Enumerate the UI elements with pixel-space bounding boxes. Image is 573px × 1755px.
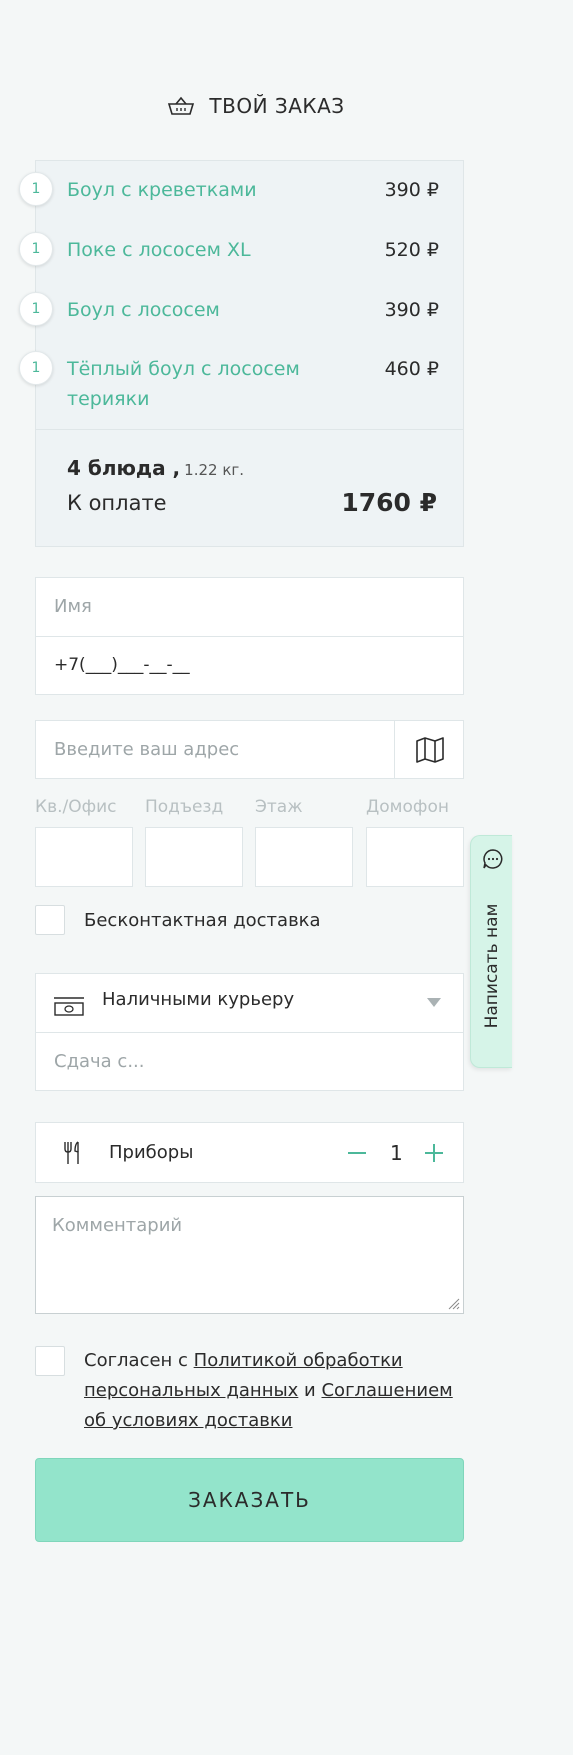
contact-us-tab[interactable]: Написать нам — [470, 835, 512, 1068]
submit-order-button[interactable]: ЗАКАЗАТЬ — [35, 1458, 464, 1542]
contact-us-label: Написать нам — [482, 903, 502, 1029]
intercom-input[interactable] — [366, 827, 464, 887]
entrance-input[interactable] — [145, 827, 243, 887]
summary-divider — [36, 429, 463, 430]
cutlery-icon — [64, 1141, 79, 1164]
map-button[interactable] — [395, 721, 465, 779]
floor-input[interactable] — [255, 827, 353, 887]
apt-label: Кв./Офис — [35, 797, 117, 817]
chat-icon — [483, 849, 503, 869]
cutlery-count: 1 — [390, 1141, 403, 1165]
floor-label: Этаж — [255, 797, 303, 817]
payment-fields: Наличными курьеру Сдача с... — [35, 973, 464, 1091]
item-quantity-badge: 1 — [19, 351, 53, 385]
item-price: 460 ₽ — [384, 358, 439, 380]
item-name[interactable]: Тёплый боул с лососем терияки — [67, 354, 327, 414]
contactless-checkbox[interactable] — [35, 905, 65, 935]
cash-icon — [54, 997, 84, 1016]
phone-input[interactable]: +7(___)___-__-__ — [54, 655, 190, 675]
cutlery-label: Приборы — [109, 1142, 194, 1163]
item-price: 390 ₽ — [384, 179, 439, 201]
address-input[interactable]: Введите ваш адрес — [54, 739, 239, 760]
comment-placeholder: Комментарий — [52, 1215, 183, 1236]
order-summary: 1 Боул с креветками 390 ₽ 1 Поке с лосос… — [19, 160, 464, 547]
item-price: 390 ₽ — [384, 299, 439, 321]
consent-checkbox[interactable] — [35, 1346, 65, 1376]
change-input[interactable]: Сдача с... — [54, 1051, 145, 1072]
name-input[interactable]: Имя — [54, 596, 92, 617]
cutlery-row: Приборы 1 — [35, 1122, 464, 1183]
order-header: ТВОЙ ЗАКАЗ — [0, 94, 512, 118]
item-quantity-badge: 1 — [19, 232, 53, 266]
item-quantity-badge: 1 — [19, 172, 53, 206]
item-quantity-badge: 1 — [19, 292, 53, 326]
consent-and: и — [298, 1380, 322, 1401]
order-page: ТВОЙ ЗАКАЗ 1 Боул с креветками 390 ₽ 1 П… — [0, 0, 512, 1755]
consent-prefix: Согласен с — [84, 1350, 194, 1371]
item-name[interactable]: Боул с лососем — [67, 295, 327, 325]
map-icon — [416, 737, 444, 763]
apt-input[interactable] — [35, 827, 133, 887]
address-field: Введите ваш адрес — [35, 720, 464, 779]
dish-count-value: 4 блюда , — [67, 456, 181, 480]
dropdown-arrow-icon[interactable] — [427, 998, 441, 1007]
field-divider — [36, 636, 463, 637]
payment-method-select[interactable]: Наличными курьеру — [102, 989, 294, 1010]
page-title: ТВОЙ ЗАКАЗ — [209, 94, 345, 118]
item-name[interactable]: Боул с креветками — [67, 175, 327, 205]
item-price: 520 ₽ — [384, 239, 439, 261]
consent-text: Согласен с Политикой обработки персональ… — [84, 1346, 474, 1436]
field-divider — [36, 1032, 463, 1033]
resize-handle-icon[interactable] — [446, 1296, 460, 1310]
contact-fields: Имя +7(___)___-__-__ — [35, 577, 464, 695]
contactless-label[interactable]: Бесконтактная доставка — [84, 910, 321, 931]
order-total: 1760 ₽ — [341, 488, 437, 517]
plus-icon[interactable] — [425, 1144, 443, 1162]
entrance-label: Подъезд — [145, 797, 224, 817]
dish-count: 4 блюда , 1.22 кг. — [67, 456, 244, 480]
order-weight: 1.22 кг. — [184, 461, 245, 479]
comment-textarea[interactable]: Комментарий — [35, 1196, 464, 1314]
basket-icon — [168, 96, 195, 115]
item-name[interactable]: Поке с лососем XL — [67, 235, 327, 265]
minus-icon[interactable] — [348, 1152, 366, 1154]
pay-label: К оплате — [67, 491, 167, 515]
intercom-label: Домофон — [366, 797, 449, 817]
